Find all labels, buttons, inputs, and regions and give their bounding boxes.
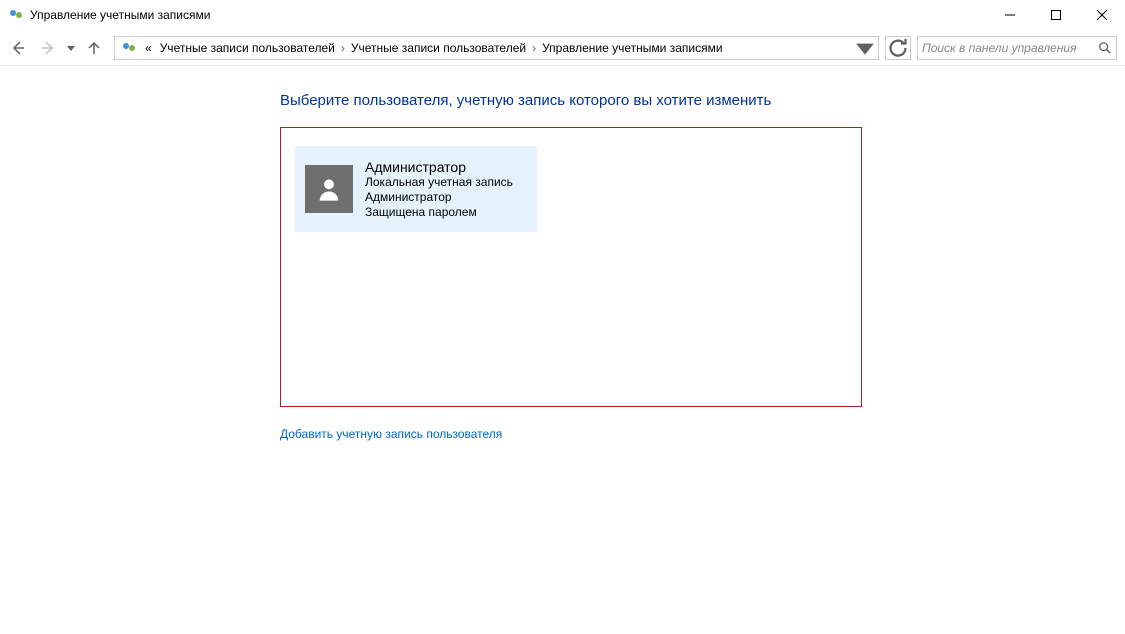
avatar-icon [305, 165, 353, 213]
account-role: Администратор [365, 190, 513, 205]
refresh-button[interactable] [885, 36, 911, 60]
account-type: Локальная учетная запись [365, 175, 513, 190]
add-account-link[interactable]: Добавить учетную запись пользователя [280, 427, 502, 441]
nav-row: « Учетные записи пользователей › Учетные… [0, 30, 1125, 66]
search-input[interactable]: Поиск в панели управления [917, 36, 1117, 60]
breadcrumb-icon [121, 40, 137, 56]
search-placeholder: Поиск в панели управления [922, 41, 1098, 55]
forward-button[interactable] [34, 34, 62, 62]
address-bar[interactable]: « Учетные записи пользователей › Учетные… [114, 36, 879, 60]
history-dropdown-icon[interactable] [64, 34, 78, 62]
account-password-status: Защищена паролем [365, 205, 513, 220]
maximize-button[interactable] [1033, 0, 1079, 30]
chevron-right-icon: › [530, 41, 538, 55]
back-button[interactable] [4, 34, 32, 62]
search-icon [1098, 41, 1112, 55]
close-button[interactable] [1079, 0, 1125, 30]
account-name: Администратор [365, 159, 513, 175]
breadcrumb-prefix: « [141, 41, 156, 55]
address-dropdown-icon[interactable] [854, 37, 876, 59]
account-item[interactable]: Администратор Локальная учетная запись А… [295, 146, 537, 232]
breadcrumb-item[interactable]: Учетные записи пользователей [156, 41, 339, 55]
app-icon [8, 7, 24, 23]
minimize-button[interactable] [987, 0, 1033, 30]
accounts-list: Администратор Локальная учетная запись А… [280, 127, 862, 407]
window-title: Управление учетными записями [30, 8, 210, 22]
content-area: Выберите пользователя, учетную запись ко… [0, 66, 1125, 441]
page-heading: Выберите пользователя, учетную запись ко… [280, 92, 1125, 109]
breadcrumb-item[interactable]: Учетные записи пользователей [347, 41, 530, 55]
chevron-right-icon: › [339, 41, 347, 55]
up-button[interactable] [80, 34, 108, 62]
breadcrumb-item[interactable]: Управление учетными записями [538, 41, 726, 55]
account-text: Администратор Локальная учетная запись А… [365, 159, 513, 220]
titlebar: Управление учетными записями [0, 0, 1125, 30]
